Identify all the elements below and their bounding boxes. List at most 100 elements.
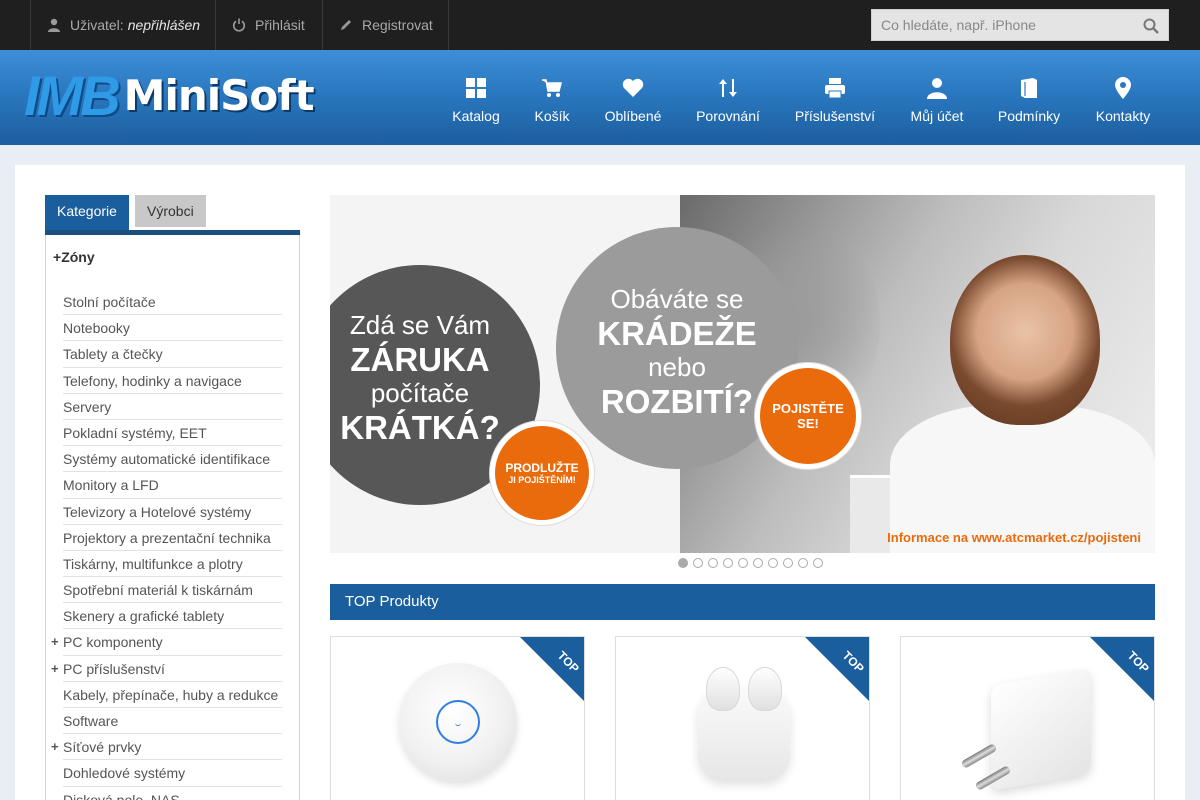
top-ribbon: TOP	[1090, 637, 1154, 701]
search-input[interactable]	[872, 10, 1132, 40]
banner-info-link[interactable]: Informace na www.atcmarket.cz/pojisteni	[887, 530, 1141, 545]
pencil-icon	[341, 20, 351, 30]
nav-kontakty[interactable]: Kontakty	[1092, 76, 1154, 136]
sidebar-item-category[interactable]: Notebooky	[63, 315, 282, 342]
sidebar-item-category[interactable]: Tablety a čtečky	[63, 341, 282, 368]
slider-dot[interactable]	[738, 558, 748, 568]
top-ribbon: TOP	[520, 637, 584, 701]
tab-kategorie[interactable]: Kategorie	[45, 195, 129, 230]
sidebar-item-label: Servery	[63, 398, 112, 415]
extend-insurance-badge[interactable]: PRODLUŽTE JI POJIŠTĚNÍM!	[490, 421, 594, 525]
sidebar-item-category[interactable]: Pokladní systémy, EET	[63, 420, 282, 447]
led-ring	[436, 700, 480, 744]
category-sidebar: +Zóny Stolní počítače Notebooky Tablety a …	[45, 235, 300, 800]
slider-dots	[678, 558, 828, 570]
category-list: Stolní počítače Notebooky Tablety a čtečky…	[51, 289, 282, 800]
banner-person-head	[950, 255, 1100, 425]
sidebar-item-label: Software	[63, 713, 119, 729]
plus-icon[interactable]: +	[51, 656, 59, 682]
sidebar-item-category[interactable]: Servery	[63, 394, 282, 420]
sidebar-item-category[interactable]: Monitory a LFD	[63, 472, 282, 499]
sidebar-item-category[interactable]: Software	[63, 708, 282, 735]
grid-icon	[466, 78, 486, 98]
slider-dot[interactable]	[723, 558, 733, 568]
slider-dot[interactable]	[798, 558, 808, 568]
insure-badge[interactable]: POJISTĚTE SE!	[755, 363, 861, 469]
nav-kosik[interactable]: Košík	[530, 76, 574, 136]
sidebar-item-category[interactable]: Telefony, hodinky a navigace	[63, 368, 282, 394]
sidebar-item-label: Systémy automatické identifikace	[63, 451, 270, 468]
earbud-left	[706, 667, 740, 711]
nav-porovnani[interactable]: Porovnání	[693, 76, 763, 136]
ribbon-label: TOP	[1124, 648, 1152, 676]
promo-banner[interactable]: Zdá se Vám ZÁRUKA počítače KRÁTKÁ? Obává…	[330, 195, 1155, 553]
sidebar-item-category[interactable]: Tiskárny, multifunkce a plotry	[63, 551, 282, 578]
sidebar-item-category[interactable]: + PC příslušenství	[51, 656, 282, 682]
sidebar-item-category[interactable]: Systémy automatické identifikace	[63, 446, 282, 473]
slider-dot[interactable]	[813, 558, 823, 568]
sidebar-item-label: Monitory a LFD	[63, 477, 159, 494]
slider-dot[interactable]	[708, 558, 718, 568]
slider-dot[interactable]	[678, 558, 688, 568]
nav-prislusenstvi[interactable]: Příslušenství	[792, 76, 878, 136]
plus-icon[interactable]: +	[51, 629, 59, 655]
user-status: Uživatel: nepřihlášen	[30, 0, 208, 50]
nav-label: Košík	[534, 108, 570, 124]
badge-2-line-1: POJISTĚTE	[772, 401, 844, 416]
book-icon	[1021, 78, 1037, 98]
sidebar-item-category[interactable]: Stolní počítače	[63, 289, 282, 316]
sidebar-item-category[interactable]: + Síťové prvky	[51, 734, 282, 761]
sidebar-item-label: Spotřební materiál k tiskárnám	[63, 582, 253, 599]
sidebar-item-category[interactable]: Skenery a grafické tablety	[63, 603, 282, 630]
sidebar-item-category[interactable]: Projektory a prezentační technika	[63, 525, 282, 551]
logo-text-minisoft: MiniSoft	[123, 71, 315, 120]
sidebar-item-label: Tiskárny, multifunkce a plotry	[63, 555, 243, 572]
nav-label: Porovnání	[696, 108, 760, 124]
product-image-access-point[interactable]	[399, 663, 517, 781]
tab-vyrobci[interactable]: Výrobci	[135, 195, 206, 227]
top-ribbon: TOP	[805, 637, 869, 701]
nav-oblibene[interactable]: Oblíbené	[600, 76, 666, 136]
warranty-line-3: počítače	[370, 377, 470, 408]
slider-dot[interactable]	[753, 558, 763, 568]
register-link[interactable]: Registrovat	[322, 0, 449, 50]
sidebar-item-label: PC příslušenství	[63, 660, 165, 677]
theft-line-2: KRÁDEŽE	[597, 314, 757, 352]
register-label: Registrovat	[362, 17, 433, 33]
slider-dot[interactable]	[768, 558, 778, 568]
cart-icon	[542, 79, 562, 97]
zone-toggle[interactable]: +Zóny	[53, 249, 95, 265]
sidebar-item-category[interactable]: Kabely, přepínače, huby a redukce	[63, 682, 282, 708]
sidebar-item-label: Tablety a čtečky	[63, 346, 163, 363]
sidebar-item-category[interactable]: Disková pole, NAS	[63, 787, 282, 800]
warranty-line-2: ZÁRUKA	[350, 340, 490, 378]
nav-label: Kontakty	[1095, 108, 1151, 124]
earbud-right	[748, 667, 782, 711]
login-link[interactable]: Přihlásit	[215, 0, 322, 50]
product-card[interactable]: TOP	[615, 636, 870, 800]
slider-dot[interactable]	[783, 558, 793, 568]
header: IMB MiniSoft Katalog Košík Oblíbené Poro…	[0, 50, 1200, 145]
sidebar-item-category[interactable]: Dohledové systémy	[63, 760, 282, 787]
product-card[interactable]: TOP	[900, 636, 1155, 800]
logo[interactable]: IMB MiniSoft	[24, 68, 315, 124]
sidebar-item-category[interactable]: Spotřební materiál k tiskárnám	[63, 577, 282, 604]
sidebar-item-label: PC komponenty	[63, 634, 163, 651]
nav-katalog[interactable]: Katalog	[446, 76, 506, 136]
nav-muj-ucet[interactable]: Můj účet	[906, 76, 968, 136]
search-icon[interactable]	[1142, 17, 1160, 35]
plus-icon[interactable]: +	[51, 734, 59, 760]
top-products-header: TOP Produkty	[330, 584, 1155, 620]
map-pin-icon	[1115, 77, 1131, 99]
sidebar-item-label: Kabely, přepínače, huby a redukce	[63, 686, 279, 703]
product-card[interactable]: TOP	[330, 636, 585, 800]
nav-label: Podmínky	[997, 108, 1061, 124]
sidebar-item-category[interactable]: Televizory a Hotelové systémy	[63, 499, 282, 525]
ribbon-label: TOP	[554, 648, 582, 676]
product-image-charger[interactable]	[960, 668, 1097, 797]
nav-podminky[interactable]: Podmínky	[994, 76, 1064, 136]
sidebar-item-label: Projektory a prezentační technika	[63, 529, 271, 546]
product-image-earbuds[interactable]	[698, 667, 790, 781]
sidebar-item-category[interactable]: + PC komponenty	[51, 629, 282, 656]
slider-dot[interactable]	[693, 558, 703, 568]
